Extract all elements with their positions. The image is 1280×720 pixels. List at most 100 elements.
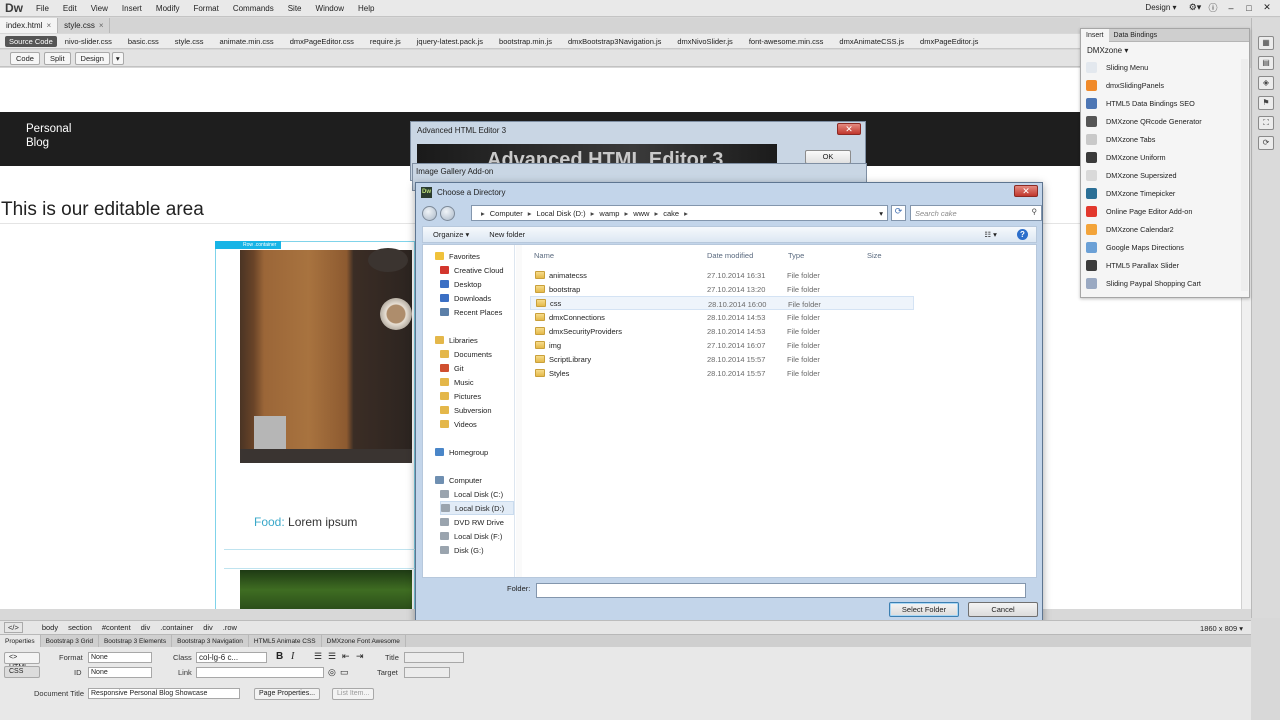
food-image[interactable] xyxy=(240,248,412,463)
file-row[interactable]: css 28.10.2014 16:00 File folder xyxy=(530,296,914,310)
column-name[interactable]: Name xyxy=(534,251,554,260)
source-code-button[interactable]: Source Code xyxy=(5,35,57,47)
related-file[interactable]: bootstrap.min.js xyxy=(491,37,560,46)
chevron-down-icon[interactable]: ▾ xyxy=(111,51,124,65)
nav-item[interactable]: Subversion xyxy=(440,403,492,417)
menu-view[interactable]: View xyxy=(84,4,115,13)
related-file[interactable]: dmxAnimateCSS.js xyxy=(831,37,912,46)
insert-item[interactable]: DMXzone QRcode Generator xyxy=(1081,112,1249,130)
related-file[interactable]: dmxPageEditor.js xyxy=(912,37,986,46)
nav-item[interactable]: Recent Places xyxy=(440,305,502,319)
nav-item[interactable]: Git xyxy=(440,361,464,375)
outdent-icon[interactable]: ⇤ xyxy=(342,651,350,662)
insert-item[interactable]: dmxSlidingPanels xyxy=(1081,76,1249,94)
nav-group[interactable]: Homegroup xyxy=(435,445,488,459)
settings-icon[interactable]: ⚙▾ xyxy=(1186,2,1204,13)
files-panel-icon[interactable]: ▤ xyxy=(1258,56,1274,70)
editable-heading[interactable]: This is our editable area xyxy=(1,199,204,221)
menu-file[interactable]: File xyxy=(29,4,56,13)
insert-item[interactable]: Sliding Paypal Shopping Cart xyxy=(1081,274,1249,292)
close-icon[interactable]: ✕ xyxy=(1014,185,1038,197)
tab-bootstrap-navigation[interactable]: Bootstrap 3 Navigation xyxy=(172,635,249,647)
tag-selector-item[interactable]: .row xyxy=(218,623,242,632)
back-icon[interactable] xyxy=(422,205,437,221)
workspace-switcher[interactable]: Design ▾ xyxy=(1136,3,1186,12)
id-select[interactable]: None xyxy=(88,667,152,678)
chevron-down-icon[interactable]: ▾ xyxy=(879,209,883,218)
unordered-list-icon[interactable]: ☰ xyxy=(314,651,322,662)
ordered-list-icon[interactable]: ☰ xyxy=(328,651,336,662)
tab-style-css[interactable]: style.css × xyxy=(58,18,111,33)
link-input[interactable] xyxy=(196,667,324,678)
nav-item[interactable]: Creative Cloud xyxy=(440,263,504,277)
menu-modify[interactable]: Modify xyxy=(149,4,187,13)
menu-format[interactable]: Format xyxy=(186,4,225,13)
target-select[interactable] xyxy=(404,667,450,678)
insert-item[interactable]: DMXzone Calendar2 xyxy=(1081,220,1249,238)
insert-item[interactable]: Online Page Editor Add-on xyxy=(1081,202,1249,220)
tag-selector-item[interactable]: div xyxy=(198,623,218,632)
tag-selector-item[interactable]: .container xyxy=(155,623,198,632)
nav-item[interactable]: DVD RW Drive xyxy=(440,515,504,529)
info-icon[interactable]: ⓘ xyxy=(1204,1,1222,14)
column-size[interactable]: Size xyxy=(867,251,882,260)
nav-item[interactable]: Disk (G:) xyxy=(440,543,484,557)
column-type[interactable]: Type xyxy=(788,251,804,260)
tag-selector-item[interactable]: body xyxy=(37,623,63,632)
minimize-button[interactable]: – xyxy=(1222,3,1240,13)
window-size-select[interactable]: 1860 x 809 ▾ xyxy=(1200,621,1243,635)
file-row[interactable]: ScriptLibrary 28.10.2014 15:57 File folder xyxy=(530,352,914,366)
insert-item[interactable]: DMXzone Tabs xyxy=(1081,130,1249,148)
select-folder-button[interactable]: Select Folder xyxy=(889,602,959,617)
css-designer-icon[interactable]: ◈ xyxy=(1258,76,1274,90)
menu-help[interactable]: Help xyxy=(351,4,381,13)
italic-icon[interactable]: I xyxy=(291,651,294,662)
file-row[interactable]: img 27.10.2014 16:07 File folder xyxy=(530,338,914,352)
insert-panel-icon[interactable]: ▦ xyxy=(1258,36,1274,50)
tab-properties[interactable]: Properties xyxy=(0,635,41,647)
tab-data-bindings[interactable]: Data Bindings xyxy=(1109,29,1163,42)
related-file[interactable]: font-awesome.min.css xyxy=(741,37,832,46)
related-file[interactable]: dmxPageEditor.css xyxy=(282,37,362,46)
format-select[interactable]: None xyxy=(88,652,152,663)
nav-item[interactable]: Documents xyxy=(440,347,492,361)
tab-animate-css[interactable]: HTML5 Animate CSS xyxy=(249,635,322,647)
site-logo[interactable]: Personal Blog xyxy=(26,122,71,150)
food-caption[interactable]: Food: Lorem ipsum xyxy=(254,515,357,529)
category-select[interactable]: DMXzone ▾ xyxy=(1081,42,1249,58)
menu-site[interactable]: Site xyxy=(281,4,309,13)
document-title-input[interactable]: Responsive Personal Blog Showcase xyxy=(88,688,240,699)
cancel-button[interactable]: Cancel xyxy=(968,602,1038,617)
related-file[interactable]: nivo-slider.css xyxy=(57,37,120,46)
point-to-file-icon[interactable]: ◎ xyxy=(328,667,336,678)
css-mode-button[interactable]: CSS xyxy=(4,666,40,678)
history-icon[interactable]: ⟳ xyxy=(1258,136,1274,150)
column-date[interactable]: Date modified xyxy=(707,251,753,260)
maximize-button[interactable]: □ xyxy=(1240,3,1258,13)
forward-icon[interactable] xyxy=(440,205,455,221)
dom-panel-icon[interactable]: ⛶ xyxy=(1258,116,1274,130)
folder-input[interactable] xyxy=(536,583,1026,598)
file-row[interactable]: animatecss 27.10.2014 16:31 File folder xyxy=(530,268,914,282)
pane-splitter[interactable] xyxy=(516,245,522,577)
nav-item[interactable]: Desktop xyxy=(440,277,482,291)
bold-icon[interactable]: B xyxy=(276,651,283,662)
code-toggle-button[interactable]: </> xyxy=(4,622,23,633)
close-icon[interactable]: ✕ xyxy=(837,123,861,135)
list-item-button[interactable]: List Item... xyxy=(332,688,375,700)
tab-bootstrap-elements[interactable]: Bootstrap 3 Elements xyxy=(99,635,173,647)
indent-icon[interactable]: ⇥ xyxy=(356,651,364,662)
close-tab-icon[interactable]: × xyxy=(46,21,51,30)
related-file[interactable]: dmxNivoSlider.js xyxy=(669,37,740,46)
design-view-button[interactable]: Design xyxy=(74,51,110,65)
menu-window[interactable]: Window xyxy=(309,4,351,13)
leaf-image[interactable] xyxy=(240,570,412,609)
tab-bootstrap-grid[interactable]: Bootstrap 3 Grid xyxy=(41,635,99,647)
nav-item[interactable]: Local Disk (C:) xyxy=(440,487,503,501)
tab-index-html[interactable]: index.html × xyxy=(0,18,59,33)
nav-group[interactable]: Computer xyxy=(435,473,482,487)
class-select[interactable]: col-lg-6 c... xyxy=(196,652,267,663)
nav-item[interactable]: Local Disk (F:) xyxy=(440,529,502,543)
nav-group[interactable]: Libraries xyxy=(435,333,478,347)
related-file[interactable]: dmxBootstrap3Navigation.js xyxy=(560,37,669,46)
